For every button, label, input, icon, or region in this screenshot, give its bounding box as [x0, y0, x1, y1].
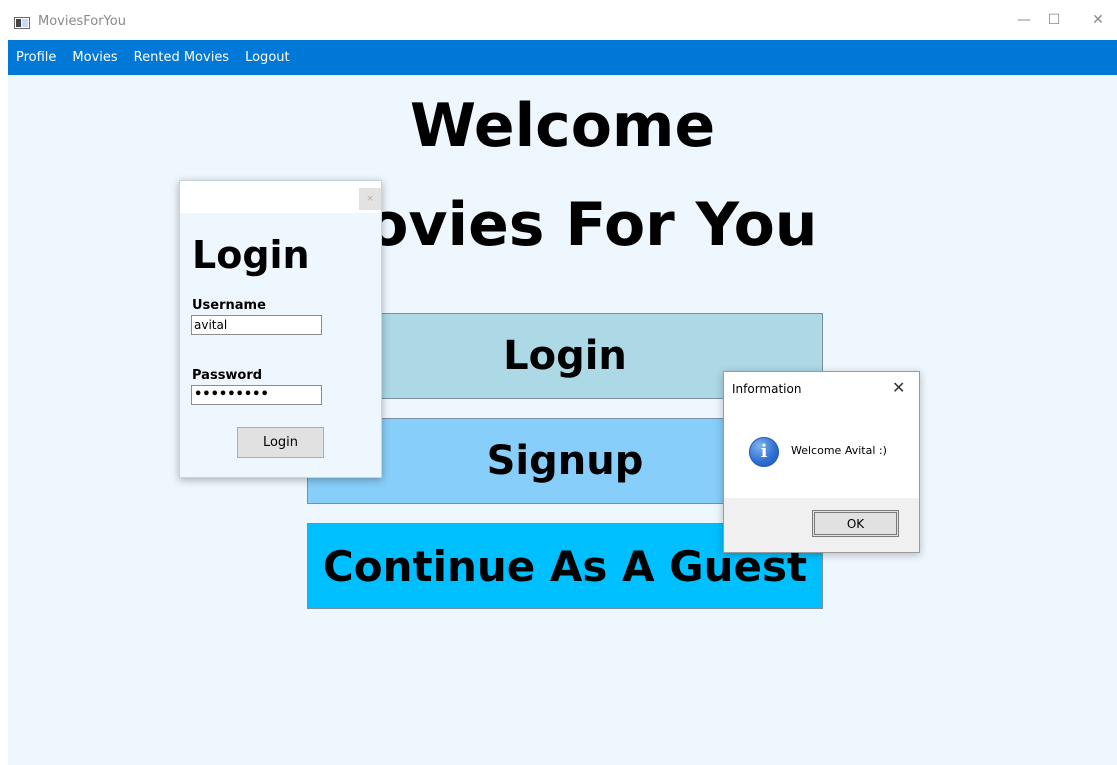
password-label: Password: [192, 368, 263, 383]
main-content: Welcome Movies For You Login Signup Cont…: [8, 75, 1117, 765]
information-dialog-close-icon[interactable]: ✕: [892, 378, 905, 397]
login-dialog-titlebar: ×: [180, 181, 381, 213]
window-titlebar: MoviesForYou — ☐ ✕: [0, 0, 1117, 40]
welcome-heading: Welcome: [409, 91, 716, 161]
username-input[interactable]: avital: [191, 315, 322, 335]
menu-item-movies[interactable]: Movies: [64, 50, 125, 65]
ok-button[interactable]: OK: [812, 510, 899, 537]
welcome-subheading: Movies For You: [307, 190, 818, 260]
password-input[interactable]: •••••••••: [191, 385, 322, 405]
login-dialog-heading: Login: [192, 233, 310, 277]
close-button[interactable]: ✕: [1078, 8, 1117, 32]
login-dialog-close-icon[interactable]: ×: [359, 188, 381, 210]
window-title: MoviesForYou: [38, 14, 126, 29]
menu-item-logout[interactable]: Logout: [237, 50, 298, 65]
information-dialog-footer: OK: [724, 498, 919, 552]
information-dialog: Information ✕ i Welcome Avital :) OK: [723, 371, 920, 553]
menu-item-profile[interactable]: Profile: [8, 50, 64, 65]
login-dialog: × Login Username avital Password •••••••…: [179, 180, 382, 478]
information-dialog-title: Information: [732, 382, 802, 396]
menu-item-rented-movies[interactable]: Rented Movies: [126, 50, 237, 65]
maximize-button[interactable]: ☐: [1034, 8, 1074, 32]
app-window-icon: [14, 17, 30, 29]
login-submit-button[interactable]: Login: [237, 427, 324, 458]
information-message: Welcome Avital :): [791, 444, 887, 457]
info-icon: i: [749, 437, 779, 467]
menu-bar: Profile Movies Rented Movies Logout: [8, 40, 1117, 75]
username-label: Username: [192, 298, 266, 313]
